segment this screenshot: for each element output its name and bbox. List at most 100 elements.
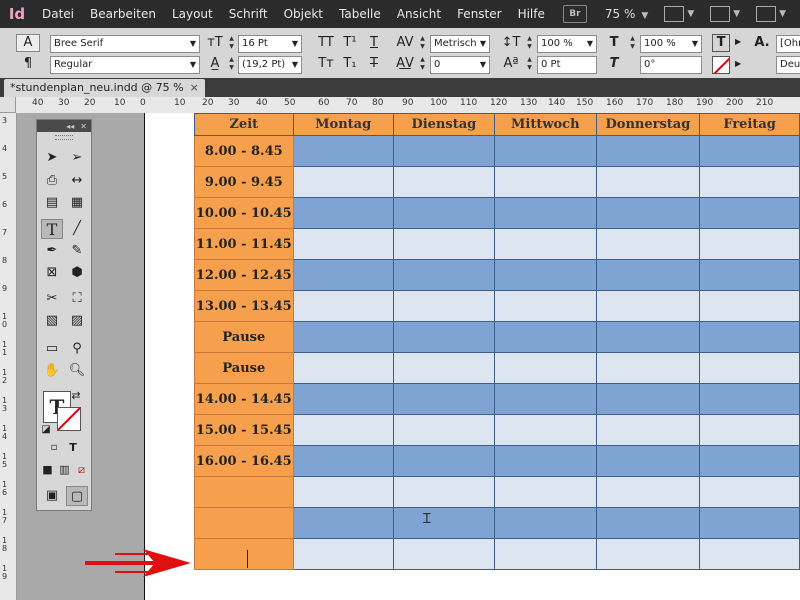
font-family-select[interactable]: Bree Serif ▼ (50, 35, 200, 53)
baseline-shift-input[interactable]: 0 Pt (537, 56, 597, 74)
subscript-icon[interactable]: T₁ (340, 56, 360, 72)
time-cell[interactable]: 15.00 - 15.45 (194, 414, 294, 446)
menu-objekt[interactable]: Objekt (276, 7, 331, 21)
day-cell[interactable] (292, 414, 394, 446)
character-mode-button[interactable]: A (16, 34, 40, 52)
free-transform-tool-icon[interactable]: ⛶ (66, 289, 88, 309)
day-cell[interactable] (493, 476, 597, 508)
vertical-scale-input[interactable]: 100 % ▼ (537, 35, 597, 53)
day-cell[interactable] (493, 383, 597, 415)
day-cell[interactable] (595, 476, 701, 508)
strikethrough-icon[interactable]: T (364, 56, 384, 72)
day-cell[interactable] (493, 352, 597, 384)
time-cell[interactable]: 10.00 - 10.45 (194, 197, 294, 229)
day-cell[interactable] (595, 538, 701, 570)
day-cell[interactable] (699, 445, 800, 477)
page-tool-icon[interactable]: ⎙ (41, 171, 63, 191)
menu-schrift[interactable]: Schrift (221, 7, 276, 21)
day-cell[interactable] (699, 383, 800, 415)
day-cell[interactable] (392, 445, 495, 477)
zoom-tool-icon[interactable]: 🔍︎ (66, 361, 88, 381)
day-cell[interactable] (392, 538, 495, 570)
day-cell[interactable] (493, 197, 597, 229)
time-cell[interactable]: Pause (194, 321, 294, 353)
paragraph-mode-button[interactable]: ¶ (16, 56, 40, 74)
time-cell[interactable]: 9.00 - 9.45 (194, 166, 294, 198)
day-cell[interactable] (699, 166, 800, 198)
note-tool-icon[interactable]: ▭ (41, 339, 63, 359)
day-cell[interactable] (392, 352, 495, 384)
font-size-input[interactable]: 16 Pt ▼ (238, 35, 302, 53)
arrange-documents-icon[interactable] (756, 6, 777, 22)
time-cell[interactable]: Pause (194, 352, 294, 384)
time-cell[interactable]: 11.00 - 11.45 (194, 228, 294, 260)
polygon-tool-icon[interactable]: ⬢ (66, 263, 88, 283)
day-cell[interactable] (493, 290, 597, 322)
content-collector-icon[interactable]: ▤ (41, 193, 63, 213)
time-cell[interactable]: 16.00 - 16.45 (194, 445, 294, 477)
day-cell[interactable] (493, 228, 597, 260)
time-cell[interactable] (194, 538, 294, 570)
underline-icon[interactable]: T (364, 35, 384, 51)
text-fill-icon[interactable]: T (712, 34, 730, 52)
day-cell[interactable] (699, 228, 800, 260)
type-tool-icon[interactable]: T (41, 219, 63, 239)
horizontal-scale-input[interactable]: 100 % ▼ (640, 35, 702, 53)
menu-datei[interactable]: Datei (34, 7, 82, 21)
line-tool-icon[interactable]: ╱ (66, 219, 88, 239)
apply-none-icon[interactable]: ⧄ (74, 460, 89, 480)
horizontal-scale-stepper[interactable]: ▲ ▼ (628, 35, 637, 53)
header-dienstag[interactable]: Dienstag (392, 113, 495, 136)
day-cell[interactable] (699, 414, 800, 446)
kerning-select[interactable]: Metrisch ▼ (430, 35, 490, 53)
day-cell[interactable] (392, 321, 495, 353)
day-cell[interactable] (392, 228, 495, 260)
day-cell[interactable] (493, 321, 597, 353)
day-cell[interactable] (292, 228, 394, 260)
font-size-stepper[interactable]: ▲ ▼ (227, 35, 236, 53)
normal-view-icon[interactable]: ▣ (41, 486, 63, 506)
day-cell[interactable] (595, 135, 701, 167)
menu-hilfe[interactable]: Hilfe (510, 7, 553, 21)
day-cell[interactable] (392, 383, 495, 415)
leading-stepper[interactable]: ▲ ▼ (227, 56, 236, 74)
close-icon[interactable]: ✕ (80, 122, 87, 131)
all-caps-icon[interactable]: TT (316, 35, 336, 51)
apply-gradient-icon[interactable]: ▥ (57, 460, 72, 480)
day-cell[interactable] (493, 445, 597, 477)
day-cell[interactable] (699, 259, 800, 291)
selection-tool-icon[interactable]: ➤ (41, 148, 63, 168)
day-cell[interactable] (493, 507, 597, 539)
zoom-level[interactable]: 75 % ▼ (605, 7, 648, 21)
day-cell[interactable] (699, 290, 800, 322)
header-donnerstag[interactable]: Donnerstag (595, 113, 701, 136)
day-cell[interactable] (493, 414, 597, 446)
ruler-origin[interactable] (0, 97, 16, 113)
day-cell[interactable] (493, 538, 597, 570)
menu-fenster[interactable]: Fenster (449, 7, 510, 21)
screen-mode-icon[interactable] (710, 6, 731, 22)
day-cell[interactable] (595, 352, 701, 384)
stroke-swatch-icon[interactable] (57, 407, 81, 431)
day-cell[interactable] (292, 259, 394, 291)
day-cell[interactable] (595, 321, 701, 353)
view-options-icon[interactable] (664, 6, 685, 22)
time-cell[interactable] (194, 476, 294, 508)
day-cell[interactable] (392, 259, 495, 291)
gradient-swatch-tool-icon[interactable]: ▧ (41, 311, 63, 331)
day-cell[interactable] (292, 476, 394, 508)
day-cell[interactable] (292, 197, 394, 229)
menu-tabelle[interactable]: Tabelle (331, 7, 389, 21)
day-cell[interactable] (595, 228, 701, 260)
rectangle-frame-tool-icon[interactable]: ⊠ (41, 263, 63, 283)
kerning-stepper[interactable]: ▲ ▼ (418, 35, 427, 53)
gap-tool-icon[interactable]: ↔ (66, 171, 88, 191)
day-cell[interactable] (595, 507, 701, 539)
tools-panel-header[interactable]: ◂◂ ✕ (37, 120, 91, 132)
swap-colors-icon[interactable]: ⇄ (69, 386, 83, 406)
pen-tool-icon[interactable]: ✒ (41, 241, 63, 261)
language-select[interactable]: Deut (776, 56, 800, 74)
menu-ansicht[interactable]: Ansicht (389, 7, 449, 21)
menu-bearbeiten[interactable]: Bearbeiten (82, 7, 164, 21)
day-cell[interactable] (595, 445, 701, 477)
